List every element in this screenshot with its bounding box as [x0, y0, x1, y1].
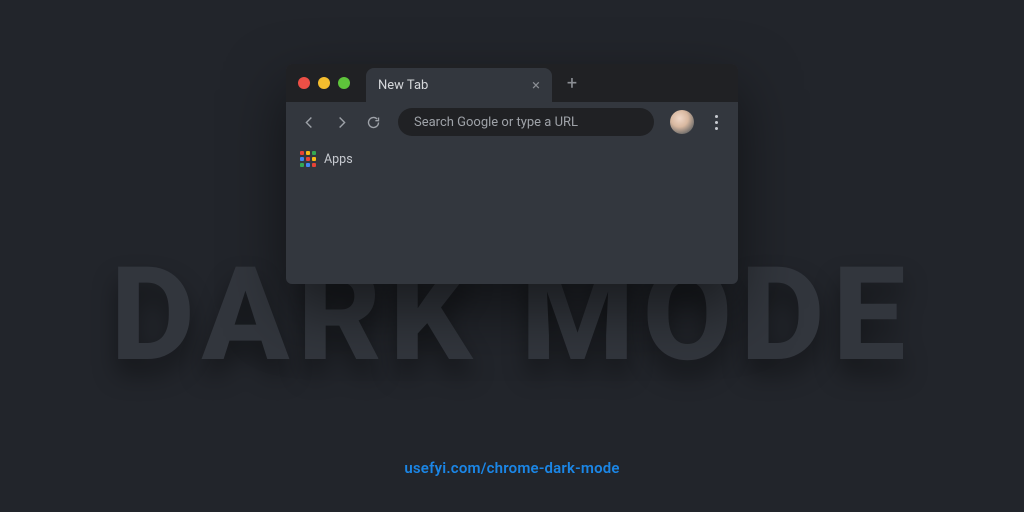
- new-tab-button[interactable]: +: [558, 69, 586, 97]
- omnibox[interactable]: Search Google or type a URL: [398, 108, 654, 136]
- forward-button[interactable]: [328, 109, 354, 135]
- window-controls: [298, 77, 350, 89]
- browser-window: New Tab × + Search Google or type a URL: [286, 64, 738, 284]
- omnibox-placeholder: Search Google or type a URL: [414, 115, 578, 130]
- footer-url: usefyi.com/chrome-dark-mode: [0, 459, 1024, 477]
- close-tab-icon[interactable]: ×: [532, 78, 540, 93]
- arrow-left-icon: [302, 115, 317, 130]
- tab-title: New Tab: [378, 78, 428, 93]
- reload-button[interactable]: [360, 109, 386, 135]
- apps-grid-icon[interactable]: [300, 151, 316, 167]
- minimize-window-button[interactable]: [318, 77, 330, 89]
- bookmarks-bar: Apps: [286, 142, 738, 176]
- apps-bookmark-label[interactable]: Apps: [324, 152, 353, 167]
- close-window-button[interactable]: [298, 77, 310, 89]
- kebab-dot-icon: [715, 121, 718, 124]
- menu-button[interactable]: [704, 115, 728, 130]
- toolbar: Search Google or type a URL: [286, 102, 738, 142]
- profile-avatar[interactable]: [670, 110, 694, 134]
- kebab-dot-icon: [715, 115, 718, 118]
- tab-strip: New Tab × +: [286, 64, 738, 102]
- back-button[interactable]: [296, 109, 322, 135]
- maximize-window-button[interactable]: [338, 77, 350, 89]
- active-tab[interactable]: New Tab ×: [366, 68, 552, 102]
- arrow-right-icon: [334, 115, 349, 130]
- reload-icon: [366, 115, 381, 130]
- kebab-dot-icon: [715, 127, 718, 130]
